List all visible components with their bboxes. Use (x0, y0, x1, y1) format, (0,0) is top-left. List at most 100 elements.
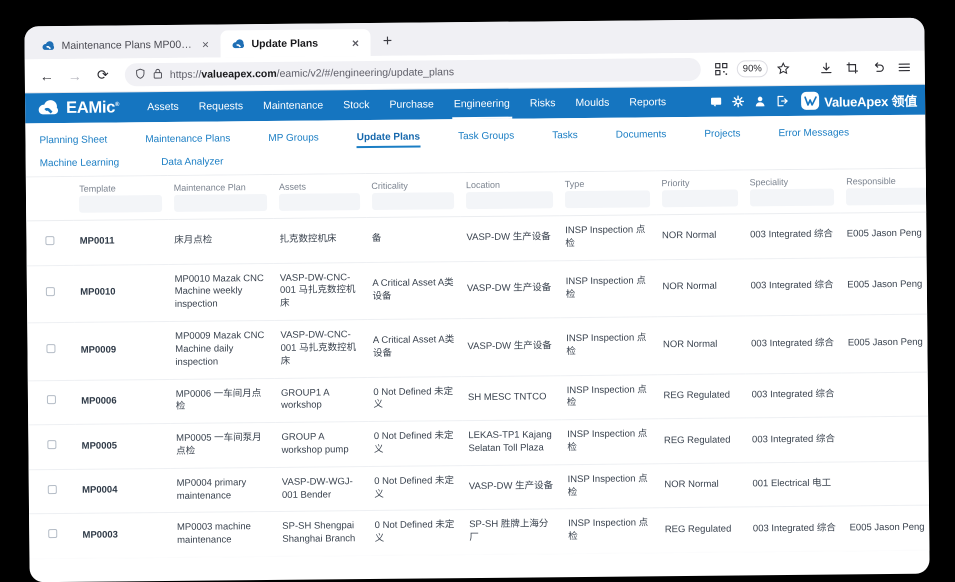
filter-input-priority[interactable] (662, 189, 738, 207)
download-icon[interactable] (816, 58, 837, 79)
row-checkbox-cell[interactable] (28, 380, 76, 425)
row-checkbox-cell[interactable] (29, 558, 77, 559)
filter-cell-check (26, 196, 73, 221)
sub-nav-data-analyzer[interactable]: Data Analyzer (161, 151, 223, 175)
column-header-maintenance-plan[interactable]: Maintenance Plan (168, 174, 273, 195)
logout-icon[interactable] (771, 90, 793, 112)
cell-responsible (842, 372, 929, 418)
url-address-bar[interactable]: https://valueapex.com/eamic/v2/#/enginee… (125, 58, 701, 87)
cell-speciality: 001 Electrical 电工 (746, 462, 843, 508)
table-row[interactable]: MP0009MP0009 Mazak CNC Machine daily ins… (27, 313, 929, 380)
back-button[interactable]: ← (35, 64, 59, 88)
column-header-location[interactable]: Location (460, 172, 559, 192)
undo-icon[interactable] (868, 57, 889, 78)
sub-nav-documents[interactable]: Documents (616, 124, 667, 147)
row-checkbox[interactable] (45, 236, 54, 245)
filter-cell-crit (365, 192, 460, 217)
row-checkbox-cell[interactable] (27, 322, 75, 380)
sub-nav-error-messages[interactable]: Error Messages (778, 122, 849, 146)
cell-criticality: 0 Not Defined 未定义 (369, 510, 464, 556)
sub-nav-planning-sheet[interactable]: Planning Sheet (39, 130, 107, 154)
main-nav-maintenance[interactable]: Maintenance (253, 90, 333, 121)
row-checkbox[interactable] (47, 440, 56, 449)
eamic-cloud-icon (37, 95, 62, 120)
cell-assets: VASP-DW-CNC-001 马扎克数控机床 (274, 262, 367, 320)
eamic-logo[interactable]: EAMic® (37, 95, 119, 121)
cell-type: INSP Inspection 点检 (561, 419, 658, 465)
row-checkbox[interactable] (48, 529, 57, 538)
row-checkbox[interactable] (47, 395, 56, 404)
bookmark-star-icon[interactable] (773, 58, 794, 79)
filter-cell-type (559, 190, 656, 215)
row-checkbox-cell[interactable] (29, 514, 77, 559)
filter-input-speciality[interactable] (750, 189, 835, 207)
column-header-type[interactable]: Type (559, 171, 656, 191)
column-header-priority[interactable]: Priority (655, 170, 743, 190)
row-checkbox[interactable] (46, 287, 55, 296)
main-nav-moulds[interactable]: Moulds (565, 88, 619, 119)
cell-speciality: 003 Integrated 综合 (744, 213, 841, 259)
column-header-speciality[interactable]: Speciality (743, 169, 840, 189)
filter-input-assets[interactable] (279, 193, 360, 211)
column-header-responsible[interactable]: Responsible (840, 168, 929, 188)
qr-code-icon[interactable] (711, 59, 732, 80)
row-checkbox-cell[interactable] (29, 469, 77, 514)
url-bar-right-controls: 90% (711, 58, 794, 80)
browser-tab-2-close-icon[interactable]: × (349, 37, 361, 49)
filter-input-criticality[interactable] (371, 192, 454, 210)
main-nav-stock[interactable]: Stock (333, 90, 380, 120)
filter-input-location[interactable] (466, 191, 553, 209)
filter-input-template[interactable] (79, 195, 162, 213)
cell-plan: MP0006 一车间月点检 (170, 378, 276, 424)
sub-nav-tasks[interactable]: Tasks (552, 125, 578, 148)
row-checkbox-cell[interactable] (26, 220, 74, 265)
sub-nav-projects[interactable]: Projects (704, 123, 740, 146)
filter-input-maintenance-plan[interactable] (174, 194, 267, 212)
cell-type: INSP Inspection 点检 (561, 374, 658, 420)
cell-assets: TGNO1 Toll Gate # 1 (277, 556, 370, 560)
cell-plan: MP0004 primary maintenance (170, 467, 276, 513)
cell-assets: SP-SH Shengpai Shanghai Branch (276, 511, 369, 557)
browser-tab-1-close-icon[interactable]: × (199, 38, 211, 50)
sub-nav-task-groups[interactable]: Task Groups (458, 126, 514, 150)
filter-input-responsible[interactable] (846, 188, 929, 206)
sub-nav-update-plans[interactable]: Update Plans (357, 127, 421, 151)
column-header-assets[interactable]: Assets (273, 174, 366, 194)
crop-icon[interactable] (842, 57, 863, 78)
cell-assets: VASP-DW-WGJ-001 Bender (276, 466, 369, 512)
reload-button[interactable]: ⟳ (91, 63, 115, 87)
user-icon[interactable] (749, 90, 771, 112)
row-checkbox[interactable] (48, 485, 57, 494)
sub-nav-mp-groups[interactable]: MP Groups (268, 128, 319, 151)
main-nav-reports[interactable]: Reports (619, 87, 676, 118)
cell-template: MP0009 (74, 322, 169, 380)
cell-responsible: E005 Jason Peng (841, 212, 930, 258)
cell-priority: REG Regulated (657, 373, 746, 418)
hamburger-menu-icon[interactable] (894, 57, 915, 78)
filter-input-type[interactable] (565, 190, 650, 208)
cell-criticality: 0 Not Defined 未定义 (368, 421, 463, 467)
shield-icon (135, 68, 146, 82)
browser-tab-1[interactable]: Maintenance Plans MP0003 × (30, 30, 220, 59)
new-tab-button[interactable]: + (375, 30, 399, 54)
main-nav-engineering[interactable]: Engineering (444, 89, 520, 120)
sub-nav-maintenance-plans[interactable]: Maintenance Plans (145, 128, 230, 152)
column-header-template[interactable]: Template (73, 175, 168, 195)
table-row[interactable]: MP0010MP0010 Mazak CNC Machine weekly in… (27, 256, 930, 323)
gear-icon[interactable] (727, 90, 749, 112)
main-nav-requests[interactable]: Requests (189, 91, 254, 122)
row-checkbox-cell[interactable] (28, 424, 76, 469)
row-checkbox[interactable] (47, 344, 56, 353)
main-nav-purchase[interactable]: Purchase (379, 89, 444, 120)
main-nav-risks[interactable]: Risks (520, 88, 566, 118)
row-checkbox-cell[interactable] (27, 265, 75, 323)
column-header-criticality[interactable]: Criticality (365, 173, 460, 193)
main-nav-assets[interactable]: Assets (137, 92, 189, 122)
zoom-level-indicator[interactable]: 90% (737, 60, 768, 77)
chat-icon[interactable] (705, 91, 727, 113)
cell-assets: GROUP A workshop pump (275, 422, 368, 468)
sub-nav-machine-learning[interactable]: Machine Learning (40, 152, 120, 176)
cell-criticality: A Critical Asset A类设备 (367, 319, 462, 377)
browser-tab-2[interactable]: Update Plans × (220, 29, 370, 57)
table-scroll-container[interactable]: Template Maintenance Plan Assets Critica… (26, 168, 930, 560)
